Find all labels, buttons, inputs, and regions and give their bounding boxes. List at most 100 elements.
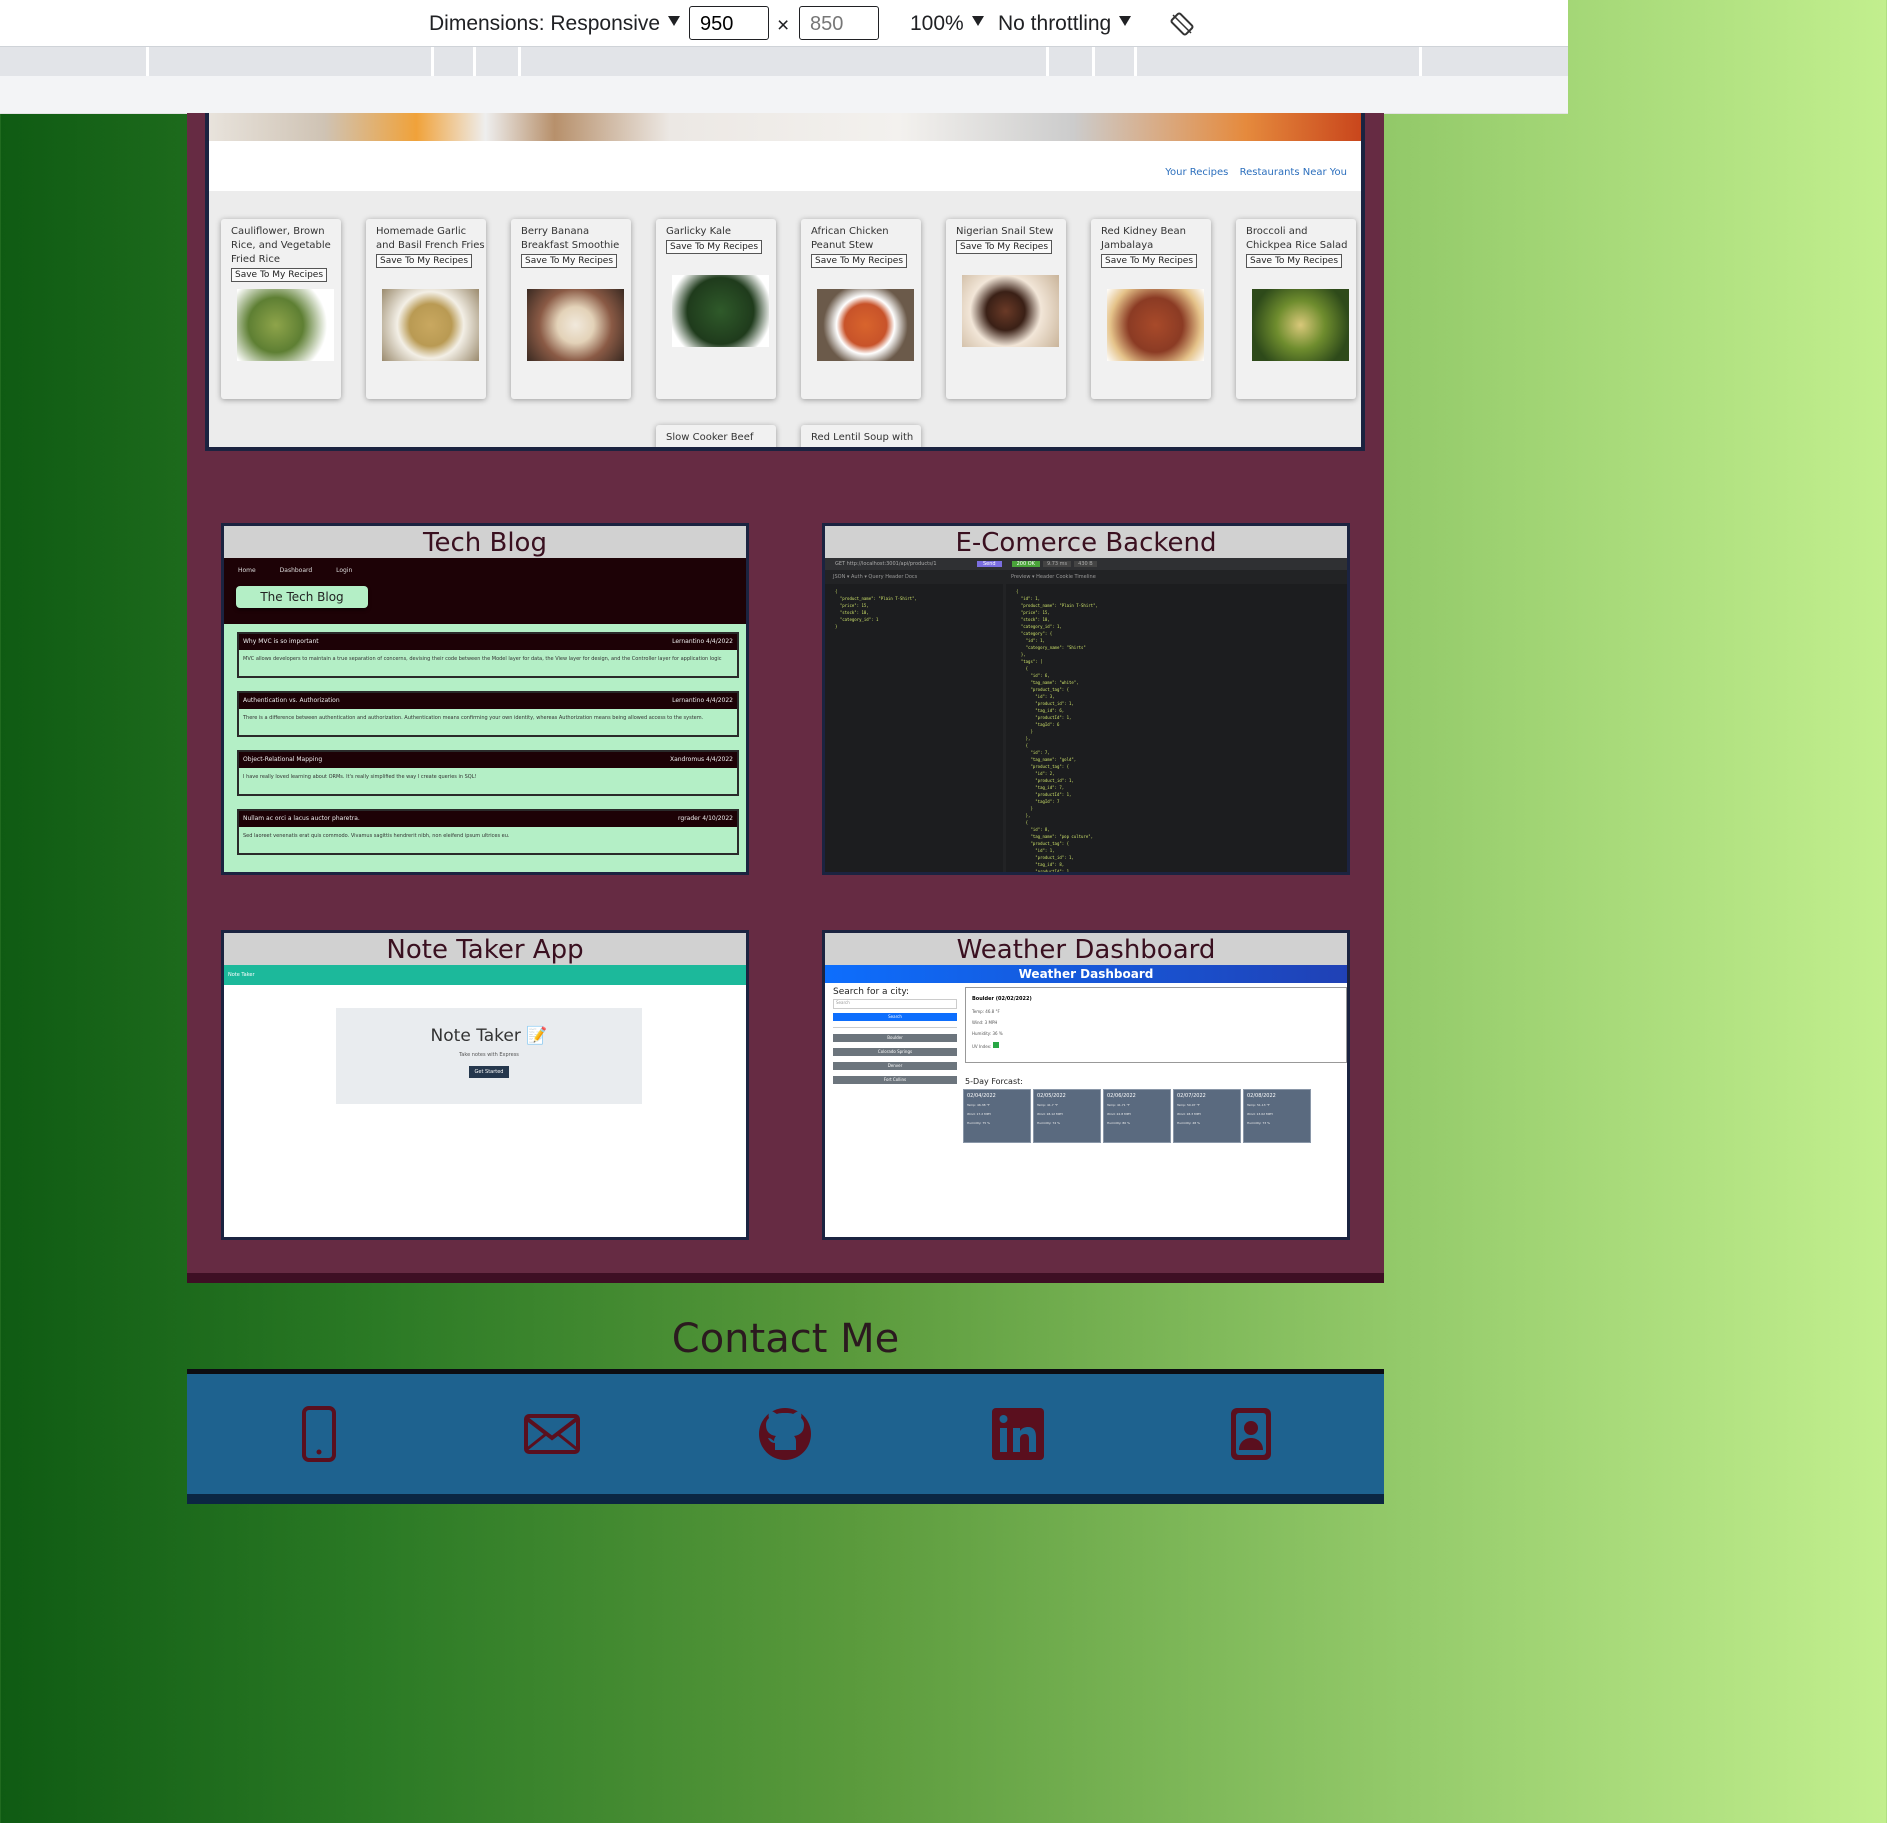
forecast-date: 02/04/2022 (967, 1093, 996, 1099)
zoom-dropdown[interactable]: 100% (910, 12, 984, 36)
recipe-image (1107, 289, 1204, 361)
dimensions-dropdown[interactable]: Dimensions: Responsive (429, 12, 681, 36)
save-recipe-button[interactable]: Save To My Recipes (231, 268, 328, 282)
forecast-line: Temp: 46.38 °F (967, 1103, 990, 1107)
phone-icon[interactable] (287, 1402, 351, 1466)
rotate-icon[interactable] (1170, 12, 1194, 36)
dimensions-label: Dimensions: Responsive (429, 12, 661, 35)
blog-nav-login: Login (336, 567, 353, 574)
times-symbol: × (777, 14, 790, 37)
nav-link-restaurants[interactable]: Restaurants Near You (1240, 167, 1347, 178)
forecast-card: 02/06/2022 Temp: 41.71 °F Wind: 22.8 MPH… (1103, 1089, 1171, 1143)
recipe-card[interactable]: Nigerian Snail Stew Save To My Recipes (946, 219, 1066, 399)
recipe-card[interactable]: Red Lentil Soup with (801, 425, 921, 447)
save-recipe-button[interactable]: Save To My Recipes (811, 254, 908, 268)
portfolio-section: Your Recipes Restaurants Near You Caulif… (187, 113, 1384, 1283)
forecast-date: 02/06/2022 (1107, 1093, 1136, 1099)
recipe-card[interactable]: Berry Banana Breakfast Smoothie Save To M… (511, 219, 631, 399)
current-line: Wind: 3 MPH (972, 1020, 998, 1025)
forecast-line: Temp: 50.07 °F (1177, 1103, 1200, 1107)
recipe-title: Garlicky Kale (666, 226, 732, 237)
blog-post: Object-Relational Mapping Xandromus 4/4/2… (237, 750, 739, 796)
current-line: Temp: 46.8 °F (972, 1009, 1000, 1014)
throttling-label: No throttling (998, 12, 1112, 35)
post-title: Authentication vs. Authorization (243, 697, 340, 704)
project-card-tech-blog[interactable]: Tech Blog Home Dashboard Login The Tech … (221, 523, 749, 875)
recipe-card[interactable]: Broccoli and Chickpea Rice Salad Save To … (1236, 219, 1356, 399)
blog-post: Nullam ac orci a lacus auctor pharetra. r… (237, 809, 739, 855)
recipe-card[interactable]: Cauliflower, Brown Rice, and Vegetable F… (221, 219, 341, 399)
project-card-weather[interactable]: Weather Dashboard Weather Dashboard Sear… (822, 930, 1350, 1240)
current-weather: Boulder (02/02/2022) Temp: 46.8 °F Wind:… (965, 987, 1347, 1063)
forecast-line: Humidity: 73 % (1247, 1121, 1270, 1125)
save-recipe-button[interactable]: Save To My Recipes (1101, 254, 1198, 268)
hero-image (209, 113, 1361, 141)
recipe-image (527, 289, 624, 361)
post-body: MVC allows developers to maintain a true… (243, 656, 722, 662)
forecast-line: Wind: 18.12 MPH (1037, 1112, 1063, 1116)
forecast-line: Wind: 22.8 MPH (1107, 1112, 1131, 1116)
recipe-card[interactable]: Red Kidney Bean Jambalaya Save To My Reci… (1091, 219, 1211, 399)
forecast-line: Humidity: 48 % (1177, 1121, 1200, 1125)
github-icon[interactable] (753, 1402, 817, 1466)
email-icon[interactable] (520, 1402, 584, 1466)
forecast-line: Wind: 17.2 MPH (967, 1112, 991, 1116)
height-input[interactable]: 850 (799, 6, 879, 40)
project-title: E-Comerce Backend (825, 526, 1347, 558)
blog-brand: The Tech Blog (236, 586, 368, 608)
recipe-card[interactable]: Garlicky Kale Save To My Recipes (656, 219, 776, 399)
nav-link-your-recipes[interactable]: Your Recipes (1165, 167, 1228, 178)
forecast-card: 02/05/2022 Temp: 41.7 °F Wind: 18.12 MPH… (1033, 1089, 1101, 1143)
contact-card-icon[interactable] (1219, 1402, 1283, 1466)
request-code: { "product_name": "Plain T-Shirt", "pric… (835, 589, 917, 629)
project-title: Weather Dashboard (825, 933, 1347, 965)
post-body: There is a difference between authentica… (243, 715, 704, 721)
post-title: Why MVC is so important (243, 638, 319, 645)
project-screenshot: Note Taker Note Taker 📝 Take notes with … (224, 965, 746, 1237)
forecast-line: Humidity: 80 % (1107, 1121, 1130, 1125)
save-recipe-button[interactable]: Save To My Recipes (956, 240, 1053, 254)
project-card-note-taker[interactable]: Note Taker App Note Taker Note Taker 📝 T… (221, 930, 749, 1240)
recipe-title: Homemade Garlic and Basil French Fries (376, 226, 485, 251)
save-recipe-button[interactable]: Save To My Recipes (666, 240, 763, 254)
recipe-title: Broccoli and Chickpea Rice Salad (1246, 226, 1348, 251)
project-screenshot: Home Dashboard Login The Tech Blog Why M… (224, 558, 746, 872)
blog-post: Authentication vs. Authorization Lernanti… (237, 691, 739, 737)
current-city: Boulder (02/02/2022) (972, 996, 1032, 1002)
search-input: Search (833, 999, 957, 1009)
recipe-image (962, 275, 1059, 347)
forecast-line: Wind: 18.3 MPH (1177, 1112, 1201, 1116)
forecast-line: Wind: 13.02 MPH (1247, 1112, 1273, 1116)
recipe-card[interactable]: Homemade Garlic and Basil French Fries Sa… (366, 219, 486, 399)
five-day-label: 5-Day Forcast: (965, 1077, 1023, 1086)
forecast-line: Humidity: 75 % (967, 1121, 990, 1125)
project-screenshot: GET http://localhost:3001/api/products/1… (825, 558, 1347, 872)
chevron-down-icon (971, 16, 984, 27)
width-input[interactable]: 950 (689, 6, 769, 40)
project-card-ecommerce[interactable]: E-Comerce Backend GET http://localhost:3… (822, 523, 1350, 875)
post-meta: Xandromus 4/4/2022 (669, 756, 733, 763)
media-query-ruler[interactable] (0, 47, 1568, 76)
city-button: Colorado Springs (833, 1048, 957, 1056)
forecast-line: Temp: 41.71 °F (1107, 1103, 1130, 1107)
forecast-line: Temp: 51.13 °F (1247, 1103, 1270, 1107)
throttling-dropdown[interactable]: No throttling (998, 12, 1132, 36)
city-button: Fort Collins (833, 1076, 957, 1084)
save-recipe-button[interactable]: Save To My Recipes (521, 254, 618, 268)
weather-header: Weather Dashboard (825, 965, 1347, 983)
save-recipe-button[interactable]: Save To My Recipes (1246, 254, 1343, 268)
save-recipe-button[interactable]: Save To My Recipes (376, 254, 473, 268)
linkedin-icon[interactable] (986, 1402, 1050, 1466)
recipe-card[interactable]: African Chicken Peanut Stew Save To My Re… (801, 219, 921, 399)
request-tabs: JSON ▾ Auth ▾ Query Header Docs (833, 574, 918, 580)
project-title: Note Taker App (224, 933, 746, 965)
recipe-card[interactable]: Slow Cooker Beef Stew (656, 425, 776, 447)
recipe-image (382, 289, 479, 361)
forecast-line: Temp: 41.7 °F (1037, 1103, 1058, 1107)
recipe-app-screenshot[interactable]: Your Recipes Restaurants Near You Caulif… (205, 113, 1365, 451)
get-started-button: Get Started (468, 1066, 510, 1078)
time-badge: 9.73 ms (1042, 561, 1072, 567)
chevron-down-icon (1119, 16, 1132, 27)
status-badge: 200 OK (1011, 561, 1040, 567)
recipe-image (672, 275, 769, 347)
